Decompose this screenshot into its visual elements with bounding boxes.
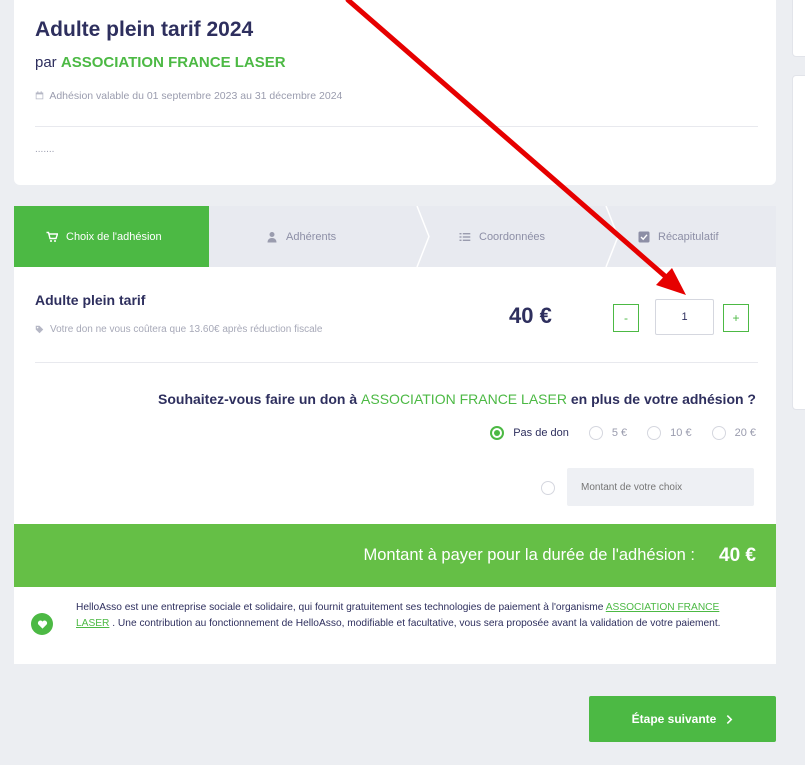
donation-organization: ASSOCIATION FRANCE LASER (361, 391, 567, 407)
info-text-after: . Une contribution au fonctionnement de … (112, 617, 721, 629)
tax-note-text: Votre don ne vous coûtera que 13.60€ apr… (50, 324, 323, 335)
tag-icon (35, 325, 44, 334)
tax-note: Votre don ne vous coûtera que 13.60€ apr… (35, 324, 322, 335)
donation-option-label: 20 € (734, 427, 756, 439)
divider (35, 126, 758, 127)
donation-option-10[interactable]: 10 € (647, 426, 692, 440)
product-name: Adulte plein tarif (35, 292, 146, 308)
chevron-right-icon (727, 714, 733, 724)
step-separator (605, 206, 619, 267)
helloasso-info: HelloAsso est une entreprise sociale et … (14, 587, 776, 664)
page-title: Adulte plein tarif 2024 (35, 18, 254, 41)
donation-options: Pas de don 5 € 10 € 20 € (490, 426, 756, 440)
donation-option-20[interactable]: 20 € (711, 426, 756, 440)
side-panel (792, 75, 805, 410)
donation-option-none[interactable]: Pas de don (490, 426, 569, 440)
organizer-link[interactable]: ASSOCIATION FRANCE LASER (61, 54, 286, 71)
step-label: Adhérents (286, 230, 337, 243)
calendar-icon (35, 91, 44, 100)
quantity-input[interactable] (655, 299, 714, 335)
step-choix-adhesion[interactable]: Choix de l'adhésion (14, 206, 209, 267)
donation-question: Souhaitez-vous faire un don à ASSOCIATIO… (158, 391, 756, 407)
step-coordonnees[interactable]: Coordonnées (459, 206, 545, 267)
step-adherents[interactable]: Adhérents (266, 206, 336, 267)
by-prefix: par (35, 54, 57, 71)
step-separator (416, 206, 430, 267)
donation-option-label: 10 € (670, 427, 692, 439)
step-label: Coordonnées (479, 230, 546, 243)
validity-text: Adhésion valable du 01 septembre 2023 au… (49, 90, 343, 102)
user-icon (267, 231, 277, 242)
radio[interactable] (588, 426, 603, 440)
donation-option-label: 5 € (611, 427, 628, 439)
total-value: 40 € (719, 544, 756, 566)
donation-option-5[interactable]: 5 € (588, 426, 628, 440)
side-panel-top (792, 0, 805, 57)
donation-question-before: Souhaitez-vous faire un don à (158, 391, 358, 407)
total-label: Montant à payer pour la durée de l'adhés… (363, 546, 696, 564)
check-square-icon (638, 231, 650, 242)
info-text: HelloAsso est une entreprise sociale et … (76, 600, 736, 631)
quantity-increase-button[interactable]: + (723, 304, 749, 332)
step-label: Choix de l'adhésion (66, 230, 162, 243)
radio-selected[interactable] (490, 426, 505, 440)
next-step-label: Étape suivante (631, 712, 717, 726)
membership-header-card: Adulte plein tarif 2024 par ASSOCIATION … (14, 0, 776, 185)
membership-description: ....... (35, 144, 55, 155)
product-price: 40 € (509, 303, 552, 328)
step-recapitulatif[interactable]: Récapitulatif (638, 206, 719, 267)
heart-icon (31, 613, 53, 635)
next-step-button[interactable]: Étape suivante (589, 696, 776, 742)
radio[interactable] (647, 426, 662, 440)
membership-form-card: Choix de l'adhésion Adhérents Coordonnée… (14, 206, 776, 664)
list-icon (459, 232, 471, 241)
donation-custom-radio[interactable] (541, 481, 555, 495)
donation-question-after: en plus de votre adhésion ? (570, 391, 756, 407)
quantity-decrease-button[interactable]: - (613, 304, 639, 332)
total-bar: Montant à payer pour la durée de l'adhés… (14, 524, 776, 587)
divider (35, 362, 758, 363)
custom-amount-input[interactable] (567, 468, 754, 506)
cart-icon (46, 231, 58, 242)
organizer-line: par ASSOCIATION FRANCE LASER (35, 54, 286, 71)
validity-line: Adhésion valable du 01 septembre 2023 au… (35, 90, 342, 102)
radio[interactable] (711, 426, 726, 440)
donation-option-label: Pas de don (513, 427, 569, 439)
stepper: Choix de l'adhésion Adhérents Coordonnée… (14, 206, 776, 267)
info-text-before: HelloAsso est une entreprise sociale et … (76, 602, 604, 613)
step-label: Récapitulatif (658, 230, 719, 243)
